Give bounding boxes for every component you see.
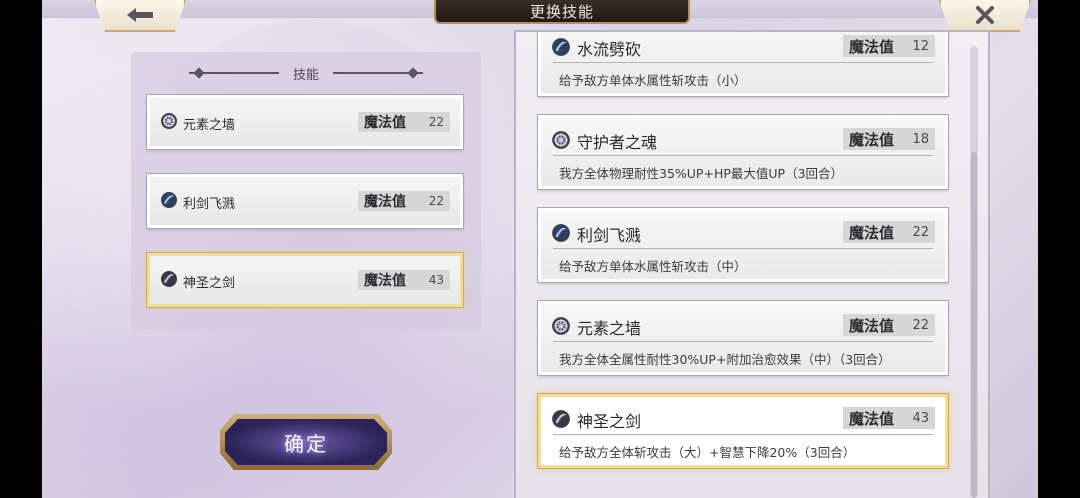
skill-name: 水流劈砍 bbox=[577, 40, 642, 59]
equipped-skills-panel: 技能 元素之墙 魔法值 22 利剑飞溅 魔法值 22 神圣之剑 魔法值 43 bbox=[131, 52, 481, 330]
mp-value: 22 bbox=[912, 317, 929, 333]
card-divider bbox=[553, 248, 933, 249]
mp-cost-badge: 魔法值 22 bbox=[358, 112, 450, 132]
equipped-skills-header: 技能 bbox=[131, 64, 481, 83]
skill-card-selected[interactable]: 神圣之剑 魔法值 43 给予敌方全体斩攻击（大）+智慧下降20%（3回合） bbox=[538, 394, 948, 468]
slot-skill-name: 元素之墙 bbox=[183, 118, 236, 133]
mp-value: 43 bbox=[428, 273, 444, 287]
skill-name: 守护者之魂 bbox=[577, 133, 658, 152]
skill-card[interactable]: 元素之墙 魔法值 22 我方全体全属性耐性30%UP+附加治愈效果（中）（3回合… bbox=[538, 301, 948, 375]
card-divider bbox=[553, 434, 933, 435]
equipped-skills-title: 技能 bbox=[292, 67, 319, 83]
mp-label: 魔法值 bbox=[364, 115, 406, 131]
sword-orb-icon bbox=[552, 410, 570, 428]
skill-card[interactable]: 水流劈砍 魔法值 12 给予敌方单体水属性斩攻击（小） bbox=[538, 32, 948, 96]
skill-name: 神圣之剑 bbox=[577, 412, 642, 431]
water-orb-icon bbox=[161, 192, 177, 208]
header-ornament-left bbox=[188, 68, 279, 78]
mp-cost-badge: 魔法值 43 bbox=[358, 270, 450, 290]
mp-cost-badge: 魔法值 22 bbox=[843, 221, 935, 243]
mp-label: 魔法值 bbox=[849, 37, 895, 56]
screen-title: 更换技能 bbox=[529, 2, 594, 21]
water-orb-icon bbox=[552, 224, 570, 242]
card-divider bbox=[553, 62, 933, 63]
skill-name: 元素之墙 bbox=[577, 319, 642, 338]
skill-card[interactable]: 守护者之魂 魔法值 18 我方全体物理耐性35%UP+HP最大值UP（3回合） bbox=[538, 115, 948, 189]
mp-label: 魔法值 bbox=[364, 194, 406, 210]
mp-value: 22 bbox=[428, 115, 444, 129]
skill-description: 给予敌方全体斩攻击（大）+智慧下降20%（3回合） bbox=[559, 445, 856, 460]
skill-description: 我方全体物理耐性35%UP+HP最大值UP（3回合） bbox=[559, 166, 844, 181]
equipped-slot-1[interactable]: 元素之墙 魔法值 22 bbox=[147, 95, 463, 149]
slot-skill-name: 神圣之剑 bbox=[183, 276, 236, 291]
mp-cost-badge: 魔法值 12 bbox=[843, 35, 935, 57]
mp-label: 魔法值 bbox=[849, 223, 895, 242]
game-screen: 更换技能 技能 元素之墙 魔法值 22 利剑飞溅 魔法值 22 神圣之剑 魔法值… bbox=[42, 0, 1038, 498]
close-button[interactable] bbox=[939, 0, 1031, 32]
skill-description: 我方全体全属性耐性30%UP+附加治愈效果（中）（3回合） bbox=[559, 352, 891, 367]
confirm-label: 确定 bbox=[284, 431, 328, 456]
mp-cost-badge: 魔法值 43 bbox=[843, 407, 935, 429]
back-arrow-icon bbox=[127, 8, 153, 22]
card-divider bbox=[553, 341, 933, 342]
card-divider bbox=[553, 155, 933, 156]
mp-label: 魔法值 bbox=[849, 130, 895, 149]
mp-label: 魔法值 bbox=[364, 273, 406, 289]
mp-label: 魔法值 bbox=[849, 316, 895, 335]
water-orb-icon bbox=[552, 38, 570, 56]
mp-cost-badge: 魔法值 22 bbox=[843, 314, 935, 336]
scrollbar-thumb[interactable] bbox=[971, 152, 977, 498]
element-ring-icon bbox=[161, 113, 177, 129]
mp-value: 18 bbox=[912, 131, 929, 147]
sword-orb-icon bbox=[161, 271, 177, 287]
screen-title-plate: 更换技能 bbox=[434, 0, 690, 24]
confirm-button[interactable]: 确定 bbox=[220, 414, 392, 470]
equipped-slot-3[interactable]: 神圣之剑 魔法值 43 bbox=[147, 253, 463, 307]
skill-name: 利剑飞溅 bbox=[577, 226, 642, 245]
mp-value: 12 bbox=[912, 38, 929, 54]
element-ring-icon bbox=[552, 131, 570, 149]
equipped-slot-2[interactable]: 利剑飞溅 魔法值 22 bbox=[147, 174, 463, 228]
mp-value: 22 bbox=[912, 224, 929, 240]
skill-description: 给予敌方单体水属性斩攻击（中） bbox=[559, 259, 747, 274]
skill-list-panel[interactable]: 水流劈砍 魔法值 12 给予敌方单体水属性斩攻击（小） 守护者之魂 魔法值 18… bbox=[514, 30, 990, 498]
header-ornament-right bbox=[333, 68, 423, 78]
mp-value: 22 bbox=[428, 194, 444, 208]
skill-card[interactable]: 利剑飞溅 魔法值 22 给予敌方单体水属性斩攻击（中） bbox=[538, 208, 948, 282]
mp-cost-badge: 魔法值 18 bbox=[843, 128, 935, 150]
mp-label: 魔法值 bbox=[849, 409, 895, 428]
close-x-icon bbox=[976, 6, 994, 24]
back-button[interactable] bbox=[94, 0, 186, 32]
element-ring-icon bbox=[552, 317, 570, 335]
screen-edge-left bbox=[0, 0, 42, 498]
mp-value: 43 bbox=[912, 410, 929, 426]
slot-skill-name: 利剑飞溅 bbox=[183, 197, 236, 212]
skill-description: 给予敌方单体水属性斩攻击（小） bbox=[559, 73, 747, 88]
mp-cost-badge: 魔法值 22 bbox=[358, 191, 450, 211]
confirm-button-face: 确定 bbox=[225, 419, 387, 465]
screen-edge-right bbox=[1038, 0, 1080, 498]
